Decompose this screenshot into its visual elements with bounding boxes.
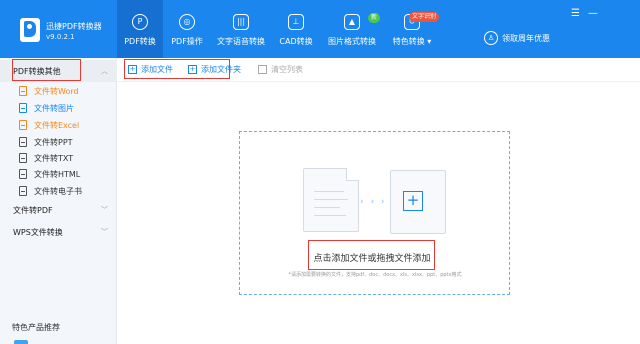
app-version: v9.0.2.1	[46, 33, 75, 41]
plus-icon[interactable]: +	[403, 191, 423, 211]
nav-cad[interactable]: ⊥ CAD转换	[271, 0, 321, 58]
pdf-operate-icon: ◎	[179, 14, 195, 30]
sidebar-item-ppt[interactable]: 文件转PPT	[19, 134, 73, 150]
main-nav: P PDF转换 ◎ PDF操作 ||| 文字语音转换 ⊥ CAD转换 ▲ 图片格…	[117, 0, 441, 58]
file-icon	[19, 153, 27, 163]
nav-label: PDF转换	[124, 37, 156, 46]
nav-label: 特色转换 ▾	[392, 37, 432, 46]
sidebar-item-txt[interactable]: 文件转TXT	[19, 150, 73, 166]
sidebar: PDF转换其他 ︿ 文件转Word 文件转图片 文件转Excel 文件转PPT …	[0, 58, 117, 344]
sidebar-group-label: PDF转换其他	[13, 66, 61, 76]
chevron-down-icon: ﹀	[101, 228, 108, 236]
add-folder-label: 添加文件夹	[201, 65, 241, 74]
nav-pdf-operate[interactable]: ◎ PDF操作	[163, 0, 211, 58]
sidebar-item-label: 文件转HTML	[34, 169, 81, 179]
target-file-icon: +	[390, 170, 446, 234]
sidebar-item-word[interactable]: 文件转Word	[19, 83, 79, 99]
sidebar-item-label: 文件转PPT	[34, 137, 73, 147]
file-icon	[19, 103, 27, 113]
user-icon: ♙	[484, 31, 498, 45]
nav-speech[interactable]: ||| 文字语音转换	[211, 0, 271, 58]
speech-icon: |||	[233, 14, 249, 30]
file-icon	[19, 120, 27, 130]
chevron-down-icon: ﹀	[101, 206, 108, 214]
app-logo-icon	[20, 18, 40, 42]
promo-label: 领取周年优惠	[502, 33, 550, 43]
sidebar-item-ebook[interactable]: 文件转电子书	[19, 183, 82, 199]
nav-label: PDF操作	[171, 37, 203, 46]
file-icon	[19, 169, 27, 179]
add-file-label: 添加文件	[141, 65, 173, 74]
trash-icon	[258, 65, 267, 74]
file-icon	[19, 86, 27, 96]
clear-list-label: 清空列表	[271, 65, 303, 74]
clear-list-button[interactable]: 清空列表	[258, 64, 303, 75]
minimize-icon[interactable]: —	[588, 9, 598, 19]
sidebar-item-label: 文件转电子书	[34, 186, 82, 196]
nav-label: 图片格式转换	[328, 37, 376, 46]
sidebar-item-label: 文件转TXT	[34, 153, 74, 163]
app-header: 迅捷PDF转换器 v9.0.2.1 P PDF转换 ◎ PDF操作 ||| 文字…	[0, 0, 640, 58]
product-icon[interactable]	[14, 340, 28, 344]
ocr-badge: 文字识别	[409, 12, 440, 22]
file-icon	[19, 137, 27, 147]
sidebar-group-to-pdf[interactable]: 文件转PDF ﹀	[0, 199, 117, 221]
image-icon: ▲	[344, 14, 360, 30]
cad-icon: ⊥	[288, 14, 304, 30]
sidebar-item-excel[interactable]: 文件转Excel	[19, 117, 79, 133]
nav-label: 文字语音转换	[217, 37, 265, 46]
nav-pdf-convert[interactable]: P PDF转换	[117, 0, 163, 58]
sidebar-group-pdf-other[interactable]: PDF转换其他 ︿	[0, 60, 117, 82]
file-icon	[19, 186, 27, 196]
sidebar-group-label: WPS文件转换	[13, 227, 63, 237]
document-icon	[303, 168, 359, 232]
nav-feature-convert[interactable]: ↻ 特色转换 ▾ 文字识别	[383, 0, 441, 58]
sidebar-group-label: 文件转PDF	[13, 205, 53, 215]
add-file-button[interactable]: + 添加文件	[128, 64, 173, 75]
nav-image-convert[interactable]: ▲ 图片格式转换 新	[321, 0, 383, 58]
sidebar-item-label: 文件转Excel	[34, 120, 80, 130]
sidebar-item-image[interactable]: 文件转图片	[19, 100, 74, 116]
nav-label: CAD转换	[279, 37, 313, 46]
toolbar: + 添加文件 + 添加文件夹 清空列表	[117, 58, 640, 82]
pdf-convert-icon: P	[132, 14, 148, 30]
add-file-icon: +	[128, 65, 137, 74]
menu-icon[interactable]: ☰	[571, 9, 580, 19]
new-badge: 新	[368, 13, 381, 23]
chevron-up-icon: ︿	[101, 67, 108, 75]
sidebar-item-label: 文件转图片	[34, 103, 74, 113]
sidebar-group-wps[interactable]: WPS文件转换 ﹀	[0, 221, 117, 243]
promo-link[interactable]: ♙ 领取周年优惠	[484, 31, 550, 45]
drop-zone-hint: *请添加需要转换的文件，支持pdf、doc、docx、xls、xlsx、ppt、…	[288, 272, 462, 278]
app-name: 迅捷PDF转换器	[46, 22, 102, 31]
sidebar-item-html[interactable]: 文件转HTML	[19, 166, 80, 182]
add-folder-button[interactable]: + 添加文件夹	[188, 64, 241, 75]
drop-zone-prompt[interactable]: 点击添加文件或拖拽文件添加	[310, 251, 434, 264]
sidebar-item-label: 文件转Word	[34, 86, 79, 96]
add-folder-icon: +	[188, 65, 197, 74]
chevron-down-icon: ▾	[427, 37, 432, 46]
featured-products-label: 特色产品推荐	[12, 323, 60, 332]
arrow-right-icon: › › ›	[360, 197, 387, 207]
